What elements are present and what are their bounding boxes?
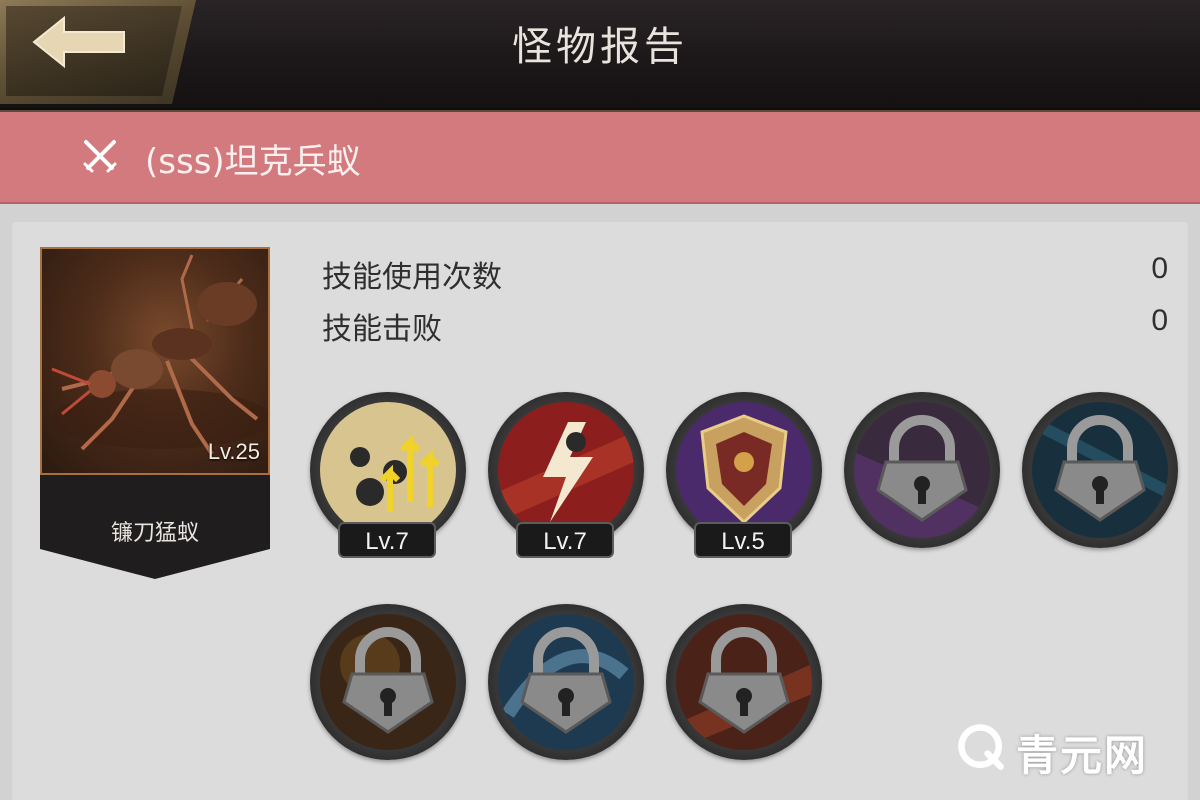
skill-face [676,402,812,538]
skill-level-badge: Lv.7 [516,522,614,558]
skill-level-badge: Lv.5 [694,522,792,558]
watermark-logo-icon [958,724,1004,770]
skill-face [498,614,634,750]
lock-icon [854,402,990,538]
skill-face [854,402,990,538]
watermark: 青元网 [950,718,1190,780]
lightning-strike-icon [498,402,634,538]
watermark-text: 青元网 [1016,731,1149,780]
page-title: 怪物报告 [512,24,688,70]
skill-face [320,402,456,538]
unit-level: Lv.25 [207,439,260,464]
skill-slot-4-locked[interactable] [844,392,1000,548]
stat-label: 技能击败 [322,312,442,347]
crossed-swords-icon [83,140,117,173]
skill-face [498,402,634,538]
skill-face [676,614,812,750]
monster-banner: (sss)坦克兵蚁 [0,112,1200,204]
skill-slot-8-locked[interactable] [666,604,822,760]
skill-slot-5-locked[interactable] [1022,392,1178,548]
stat-value: 0 [1151,252,1168,285]
skill-slot-2[interactable]: Lv.7 [488,392,644,558]
stat-row-skill-kills: 技能击败 0 [322,304,1168,348]
lock-icon [320,614,456,750]
stat-value: 0 [1151,304,1168,337]
monster-name: (sss)坦克兵蚁 [145,142,361,182]
ant-swarm-buff-icon [320,402,456,538]
lock-icon [676,614,812,750]
unit-card[interactable]: Lv.25 镰刀猛蚁 [40,247,270,579]
skill-level-badge: Lv.7 [338,522,436,558]
skill-slot-3[interactable]: Lv.5 [666,392,822,558]
unit-name: 镰刀猛蚁 [110,521,199,546]
stat-label: 技能使用次数 [322,260,502,295]
stat-row-skill-uses: 技能使用次数 0 [322,252,1168,296]
lock-icon [498,614,634,750]
skill-slot-7-locked[interactable] [488,604,644,760]
top-bar: 怪物报告 [0,0,1200,112]
unit-portrait: Lv.25 [40,247,270,475]
skill-face [320,614,456,750]
shield-guard-icon [676,402,812,538]
skill-face [1032,402,1168,538]
lock-icon [1032,402,1168,538]
skill-slot-1[interactable]: Lv.7 [310,392,466,558]
skill-slot-6-locked[interactable] [310,604,466,760]
unit-name-plate: 镰刀猛蚁 [40,475,270,579]
